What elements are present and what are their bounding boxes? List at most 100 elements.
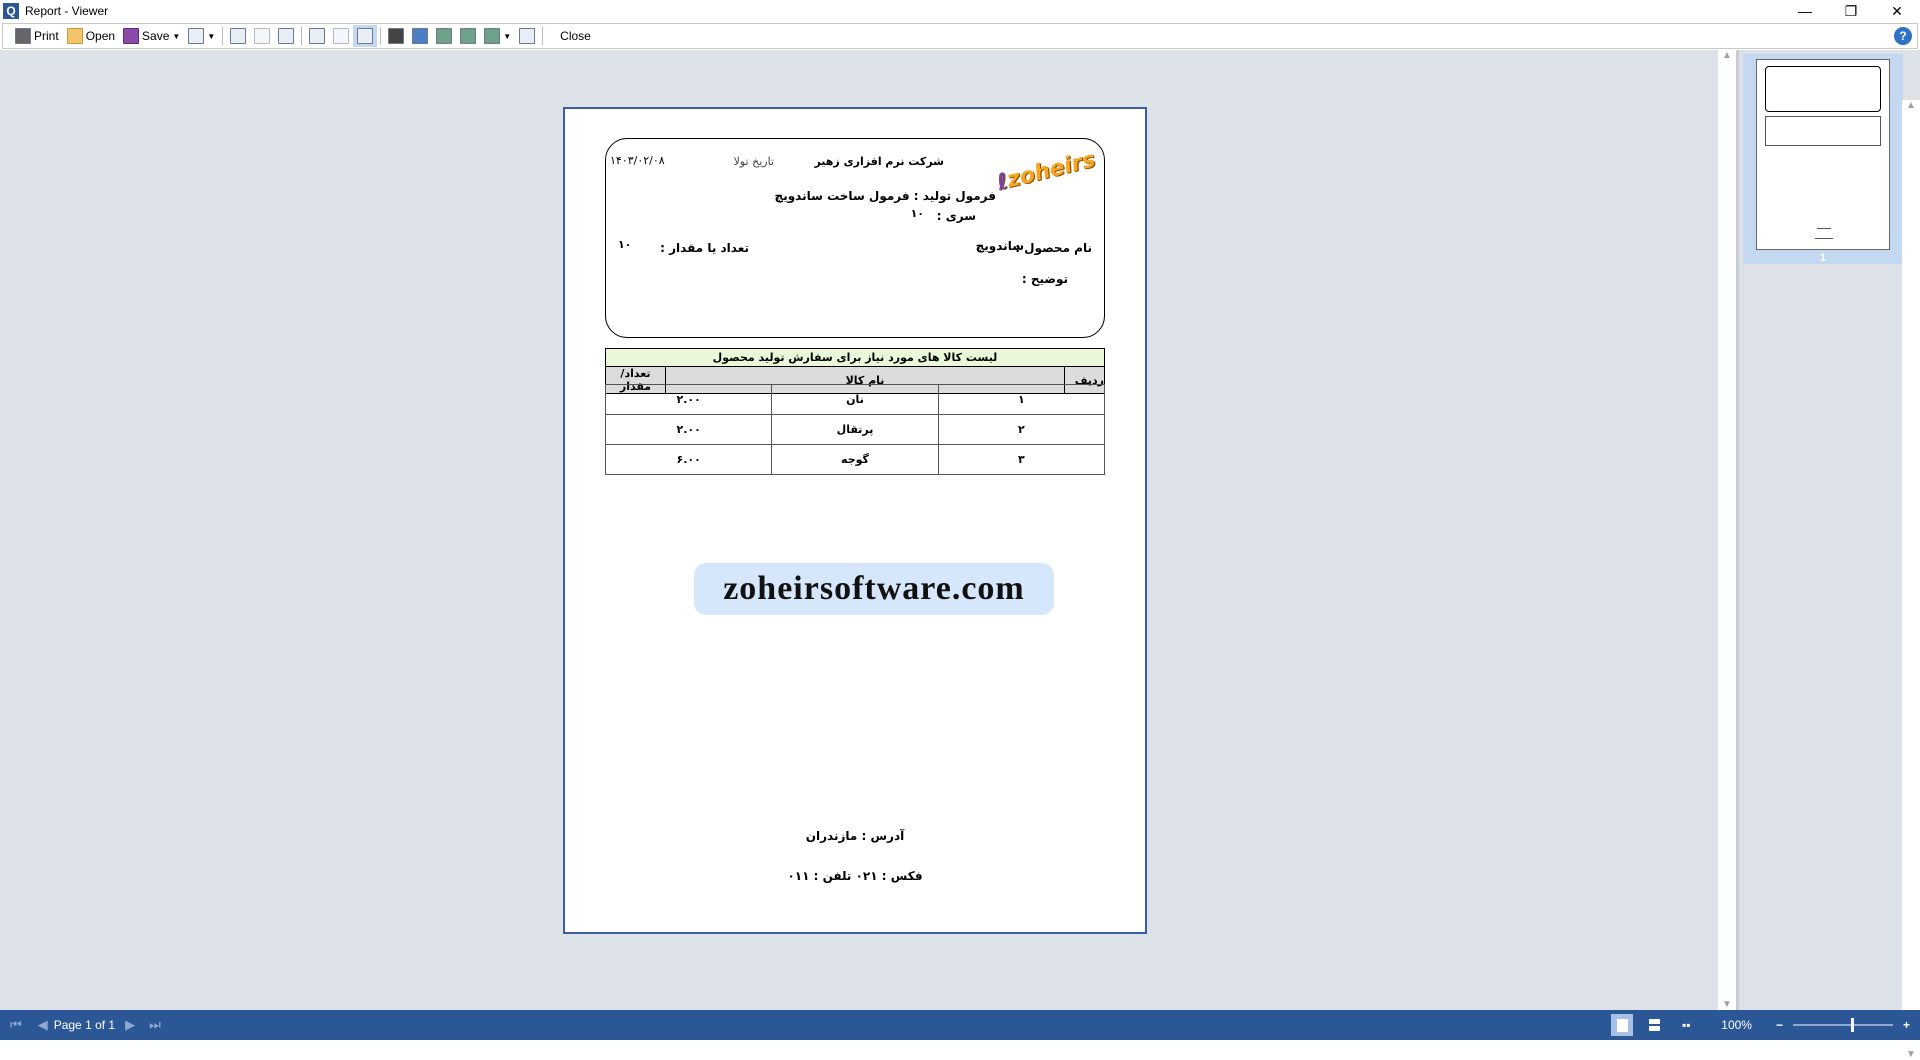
scroll-up-icon[interactable]: ▲	[1902, 100, 1920, 111]
row-number: ۱	[937, 384, 1106, 415]
edit-button[interactable]	[274, 25, 298, 47]
item-quantity: ۶.۰۰	[604, 444, 773, 475]
pages-dropdown-icon[interactable]: ▼	[503, 32, 511, 41]
first-page-icon[interactable]: ⏮	[10, 1017, 22, 1033]
close-button[interactable]: Close	[546, 25, 605, 47]
row-number: ۳	[937, 444, 1106, 475]
full-screen-icon	[412, 28, 429, 44]
page-width-icon	[519, 28, 536, 44]
single-page-icon	[436, 28, 453, 44]
thumbnails-button[interactable]	[353, 25, 378, 47]
zoom-slider[interactable]	[1792, 1018, 1893, 1032]
restore-button[interactable]: ❐	[1828, 0, 1874, 22]
page-width-button[interactable]	[515, 25, 539, 47]
zoom-slider-handle[interactable]	[1850, 1018, 1854, 1032]
minimize-button[interactable]: —	[1782, 0, 1828, 22]
new-page-button[interactable]	[226, 25, 250, 47]
item-quantity: ۲.۰۰	[604, 384, 773, 415]
help-icon[interactable]: ?	[1894, 27, 1912, 45]
table-row: ۲ پرتقال ۲.۰۰	[604, 414, 1106, 445]
single-page-button[interactable]	[432, 25, 456, 47]
website-banner: zoheirsoftware.com	[694, 563, 1054, 615]
continuous-icon	[1648, 1019, 1660, 1031]
row-number: ۲	[937, 414, 1106, 445]
quantity-label: تعداد یا مقدار :	[660, 241, 749, 255]
find-button[interactable]	[384, 25, 408, 47]
parameters-button[interactable]	[329, 25, 353, 47]
parameters-icon	[333, 28, 350, 44]
report-date: ۱۴۰۳/۰۲/۰۸	[610, 154, 665, 167]
thumbnails-icon	[357, 28, 374, 44]
new-page-icon	[230, 28, 247, 44]
delete-page-icon	[254, 28, 271, 44]
thumbnails-panel: 1 ▲ ▼	[1736, 50, 1920, 1060]
single-page-icon	[1616, 1018, 1628, 1032]
zoheir-logo: ℓzoheirs	[994, 147, 1098, 196]
status-bar: ⏮ ◀ Page 1 of 1 ▶ ⏭ ▪▪ 100% − +	[0, 1010, 1920, 1040]
quantity-value: ۱۰	[618, 238, 632, 251]
product-label: نام محصول :	[1015, 241, 1092, 255]
item-name: نان	[771, 384, 939, 415]
two-pages-icon	[460, 28, 477, 44]
title-bar: Q Report - Viewer — ❐ ✕	[0, 0, 1920, 22]
page-indicator: Page 1 of 1	[53, 1018, 116, 1032]
scroll-up-icon[interactable]: ▲	[1718, 50, 1736, 61]
item-name: پرتقال	[771, 414, 939, 445]
delete-page-button[interactable]	[250, 25, 274, 47]
two-pages-button[interactable]	[456, 25, 480, 47]
table-title: لیست کالا های مورد نیاز برای سفارش تولید…	[605, 348, 1105, 367]
full-screen-button[interactable]	[408, 25, 432, 47]
separator	[380, 27, 382, 45]
save-dropdown-icon[interactable]: ▼	[172, 32, 180, 41]
list-icon	[309, 28, 326, 44]
multi-page-view-button[interactable]: ▪▪	[1675, 1014, 1697, 1036]
thumbnail-table	[1765, 116, 1881, 146]
report-scrollbar[interactable]: ▲ ▼	[1718, 50, 1736, 1010]
export-button[interactable]: ▼	[184, 25, 219, 47]
contact-info: فکس : ۰۲۱ تلفن : ۰۱۱	[787, 869, 923, 883]
binoculars-icon	[388, 28, 405, 44]
formula: فرمول تولید : فرمول ساخت ساندویچ	[774, 189, 996, 203]
zoom-level: 100%	[1721, 1018, 1752, 1032]
export-dropdown-icon[interactable]: ▼	[207, 32, 215, 41]
company-name: شرکت نرم افزاری زهیر	[814, 155, 944, 168]
folder-icon	[66, 28, 83, 44]
app-icon: Q	[3, 3, 19, 19]
single-page-view-button[interactable]	[1611, 1014, 1634, 1036]
report-canvas: ℓzoheirs شرکت نرم افزاری زهیر تاریخ تولا…	[0, 50, 1718, 1010]
item-quantity: ۲.۰۰	[604, 414, 773, 445]
page-thumbnail[interactable]: 1	[1743, 54, 1903, 264]
close-window-button[interactable]: ✕	[1874, 0, 1920, 22]
description-label: توضیح :	[1021, 272, 1068, 286]
thumbnails-scrollbar[interactable]: ▲ ▼	[1902, 100, 1920, 1060]
open-button[interactable]: Open	[63, 25, 119, 47]
scroll-down-icon[interactable]: ▼	[1902, 1049, 1920, 1060]
zoom-out-button[interactable]: −	[1776, 1018, 1783, 1032]
scroll-down-icon[interactable]: ▼	[1718, 999, 1736, 1010]
floppy-icon	[123, 28, 140, 44]
thumbnail-footer	[1817, 228, 1831, 229]
table-row: ۳ گوجه ۶.۰۰	[604, 444, 1106, 475]
print-button[interactable]: Print	[11, 25, 63, 47]
items-table: ۱ نان ۲.۰۰ ۲ پرتقال ۲.۰۰ ۳ گوجه ۶.۰۰	[604, 384, 1106, 475]
multiple-pages-icon	[484, 28, 501, 44]
zoom-in-button[interactable]: +	[1903, 1018, 1910, 1032]
report-page: ℓzoheirs شرکت نرم افزاری زهیر تاریخ تولا…	[563, 107, 1147, 934]
edit-icon	[278, 28, 295, 44]
printer-icon	[15, 28, 31, 44]
report-header-box: ℓzoheirs شرکت نرم افزاری زهیر تاریخ تولا…	[605, 138, 1105, 338]
multiple-pages-button[interactable]: ▼	[480, 25, 515, 47]
product-value: ساندویچ	[975, 239, 1024, 253]
next-page-icon[interactable]: ▶	[125, 1017, 135, 1033]
series-label: سری :	[936, 209, 976, 223]
save-button[interactable]: Save ▼	[119, 25, 184, 47]
bookmarks-button[interactable]	[305, 25, 329, 47]
series-value: ۱۰	[910, 207, 924, 220]
export-icon	[188, 28, 205, 44]
grid-icon: ▪▪	[1682, 1018, 1691, 1032]
continuous-view-button[interactable]	[1643, 1014, 1665, 1036]
previous-page-icon[interactable]: ◀	[38, 1017, 48, 1033]
separator	[222, 27, 224, 45]
last-page-icon[interactable]: ⏭	[149, 1017, 161, 1033]
address: آدرس : مازندران	[805, 829, 905, 843]
